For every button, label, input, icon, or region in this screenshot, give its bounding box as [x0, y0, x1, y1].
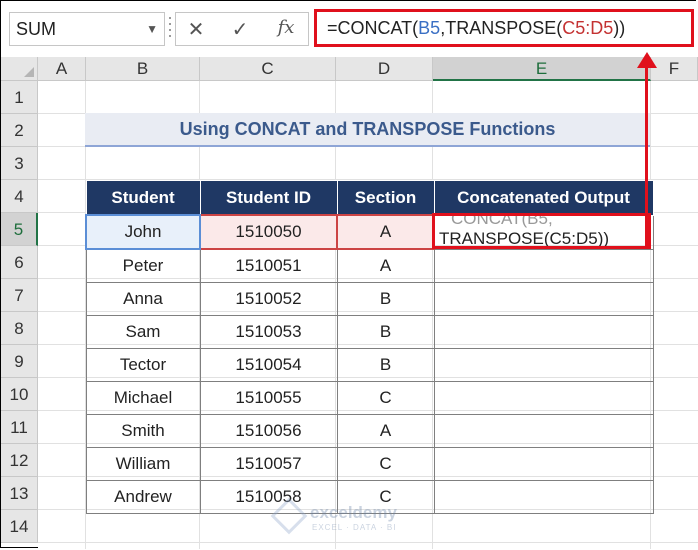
column-header-e[interactable]: E — [433, 57, 651, 81]
table-row: Sam 1510053 B — [85, 315, 654, 349]
table-header-row: Student Student ID Section Concatenated … — [85, 180, 654, 216]
table-row: Michael 1510055 C — [85, 381, 654, 415]
watermark-tagline: EXCEL · DATA · BI — [312, 523, 397, 532]
sheet-title: Using CONCAT and TRANSPOSE Functions — [85, 113, 650, 147]
header-section[interactable]: Section — [336, 180, 435, 216]
cell-student[interactable]: Anna — [85, 282, 201, 316]
cell-student[interactable]: Sam — [85, 315, 201, 349]
cell-section[interactable]: A — [336, 414, 435, 448]
table-row: Anna 1510052 B — [85, 282, 654, 316]
cell-student[interactable]: William — [85, 447, 201, 481]
formula-ref-b5: B5 — [418, 18, 441, 38]
cell-output[interactable] — [433, 480, 654, 514]
insert-function-icon[interactable]: fx — [274, 17, 298, 38]
row-header-5[interactable]: 5 — [1, 213, 38, 246]
table-row: Peter 1510051 A — [85, 248, 654, 283]
watermark-name: exceldemy — [310, 503, 397, 522]
row-header-7[interactable]: 7 — [1, 279, 38, 312]
row-header-4[interactable]: 4 — [1, 180, 38, 213]
cell-output[interactable] — [433, 282, 654, 316]
drag-handle[interactable] — [169, 17, 171, 43]
row-header-10[interactable]: 10 — [1, 378, 38, 411]
cell-student[interactable]: Andrew — [85, 480, 201, 514]
row-header-6[interactable]: 6 — [1, 246, 38, 279]
arrow-up-icon — [637, 52, 657, 68]
cell-student-id[interactable]: 1510054 — [199, 348, 338, 382]
cell-section[interactable]: B — [336, 315, 435, 349]
callout-arrow-line — [645, 61, 648, 246]
select-all-button[interactable] — [1, 57, 38, 81]
cell-student-id[interactable]: 1510052 — [199, 282, 338, 316]
column-header-b[interactable]: B — [86, 57, 200, 81]
cell-student[interactable]: Michael — [85, 381, 201, 415]
formula-text: )) — [613, 18, 626, 38]
cancel-icon[interactable]: ✕ — [184, 17, 208, 42]
formula-ref-c5d5: C5:D5 — [562, 18, 614, 38]
cell-section[interactable]: B — [336, 282, 435, 316]
row-header-14[interactable]: 14 — [1, 510, 38, 543]
name-box[interactable]: SUM ▼ — [9, 12, 165, 46]
cell-student-id[interactable]: 1510057 — [199, 447, 338, 481]
cell-student[interactable]: Peter — [85, 248, 201, 283]
exceldemy-logo-icon — [270, 497, 308, 535]
formula-bar: SUM ▼ ✕ ✓ fx =CONCAT(B5,TRANSPOSE(C5:D5)… — [1, 1, 697, 57]
cell-student-id[interactable]: 1510051 — [199, 248, 338, 283]
table-row: Smith 1510056 A — [85, 414, 654, 448]
row-header-3[interactable]: 3 — [1, 147, 38, 180]
formula-text: ,TRANSPOSE( — [440, 18, 563, 38]
column-header-f[interactable]: F — [651, 57, 698, 81]
row-header-2[interactable]: 2 — [1, 114, 38, 147]
row-header-12[interactable]: 12 — [1, 444, 38, 477]
row-header-9[interactable]: 9 — [1, 345, 38, 378]
check-icon[interactable]: ✓ — [228, 17, 252, 42]
cell-c5[interactable]: 1510050 — [199, 214, 338, 250]
row-header-1[interactable]: 1 — [1, 81, 38, 114]
cell-section[interactable]: B — [336, 348, 435, 382]
name-box-value: SUM — [16, 19, 56, 39]
header-student-id[interactable]: Student ID — [199, 180, 338, 216]
row-header-11[interactable]: 11 — [1, 411, 38, 444]
cell-output[interactable] — [433, 348, 654, 382]
highlight-box-e5 — [432, 213, 651, 249]
cell-output[interactable] — [433, 315, 654, 349]
cell-student[interactable]: Tector — [85, 348, 201, 382]
formula-input[interactable]: =CONCAT(B5,TRANSPOSE(C5:D5)) — [314, 9, 694, 47]
cell-d5[interactable]: A — [336, 214, 435, 250]
cell-output[interactable] — [433, 248, 654, 283]
table-row: Tector 1510054 B — [85, 348, 654, 382]
row-header-8[interactable]: 8 — [1, 312, 38, 345]
column-header-c[interactable]: C — [200, 57, 336, 81]
column-header-a[interactable]: A — [38, 57, 86, 81]
chevron-down-icon[interactable]: ▼ — [146, 13, 158, 45]
exceldemy-watermark: exceldemy EXCEL · DATA · BI — [270, 497, 426, 535]
formula-text: =CONCAT( — [327, 18, 419, 38]
cell-student-id[interactable]: 1510055 — [199, 381, 338, 415]
header-student[interactable]: Student — [85, 180, 201, 216]
cell-output[interactable] — [433, 414, 654, 448]
cell-section[interactable]: C — [336, 381, 435, 415]
cell-section[interactable]: C — [336, 447, 435, 481]
table-row: William 1510057 C — [85, 447, 654, 481]
cell-student-id[interactable]: 1510053 — [199, 315, 338, 349]
cell-output[interactable] — [433, 381, 654, 415]
formula-controls: ✕ ✓ fx — [175, 12, 309, 46]
column-header-d[interactable]: D — [336, 57, 433, 81]
row-header-13[interactable]: 13 — [1, 477, 38, 510]
cell-output[interactable] — [433, 447, 654, 481]
cell-b5[interactable]: John — [85, 214, 201, 250]
cell-student[interactable]: Smith — [85, 414, 201, 448]
cell-student-id[interactable]: 1510056 — [199, 414, 338, 448]
header-concatenated-output[interactable]: Concatenated Output — [433, 180, 654, 216]
cell-section[interactable]: A — [336, 248, 435, 283]
